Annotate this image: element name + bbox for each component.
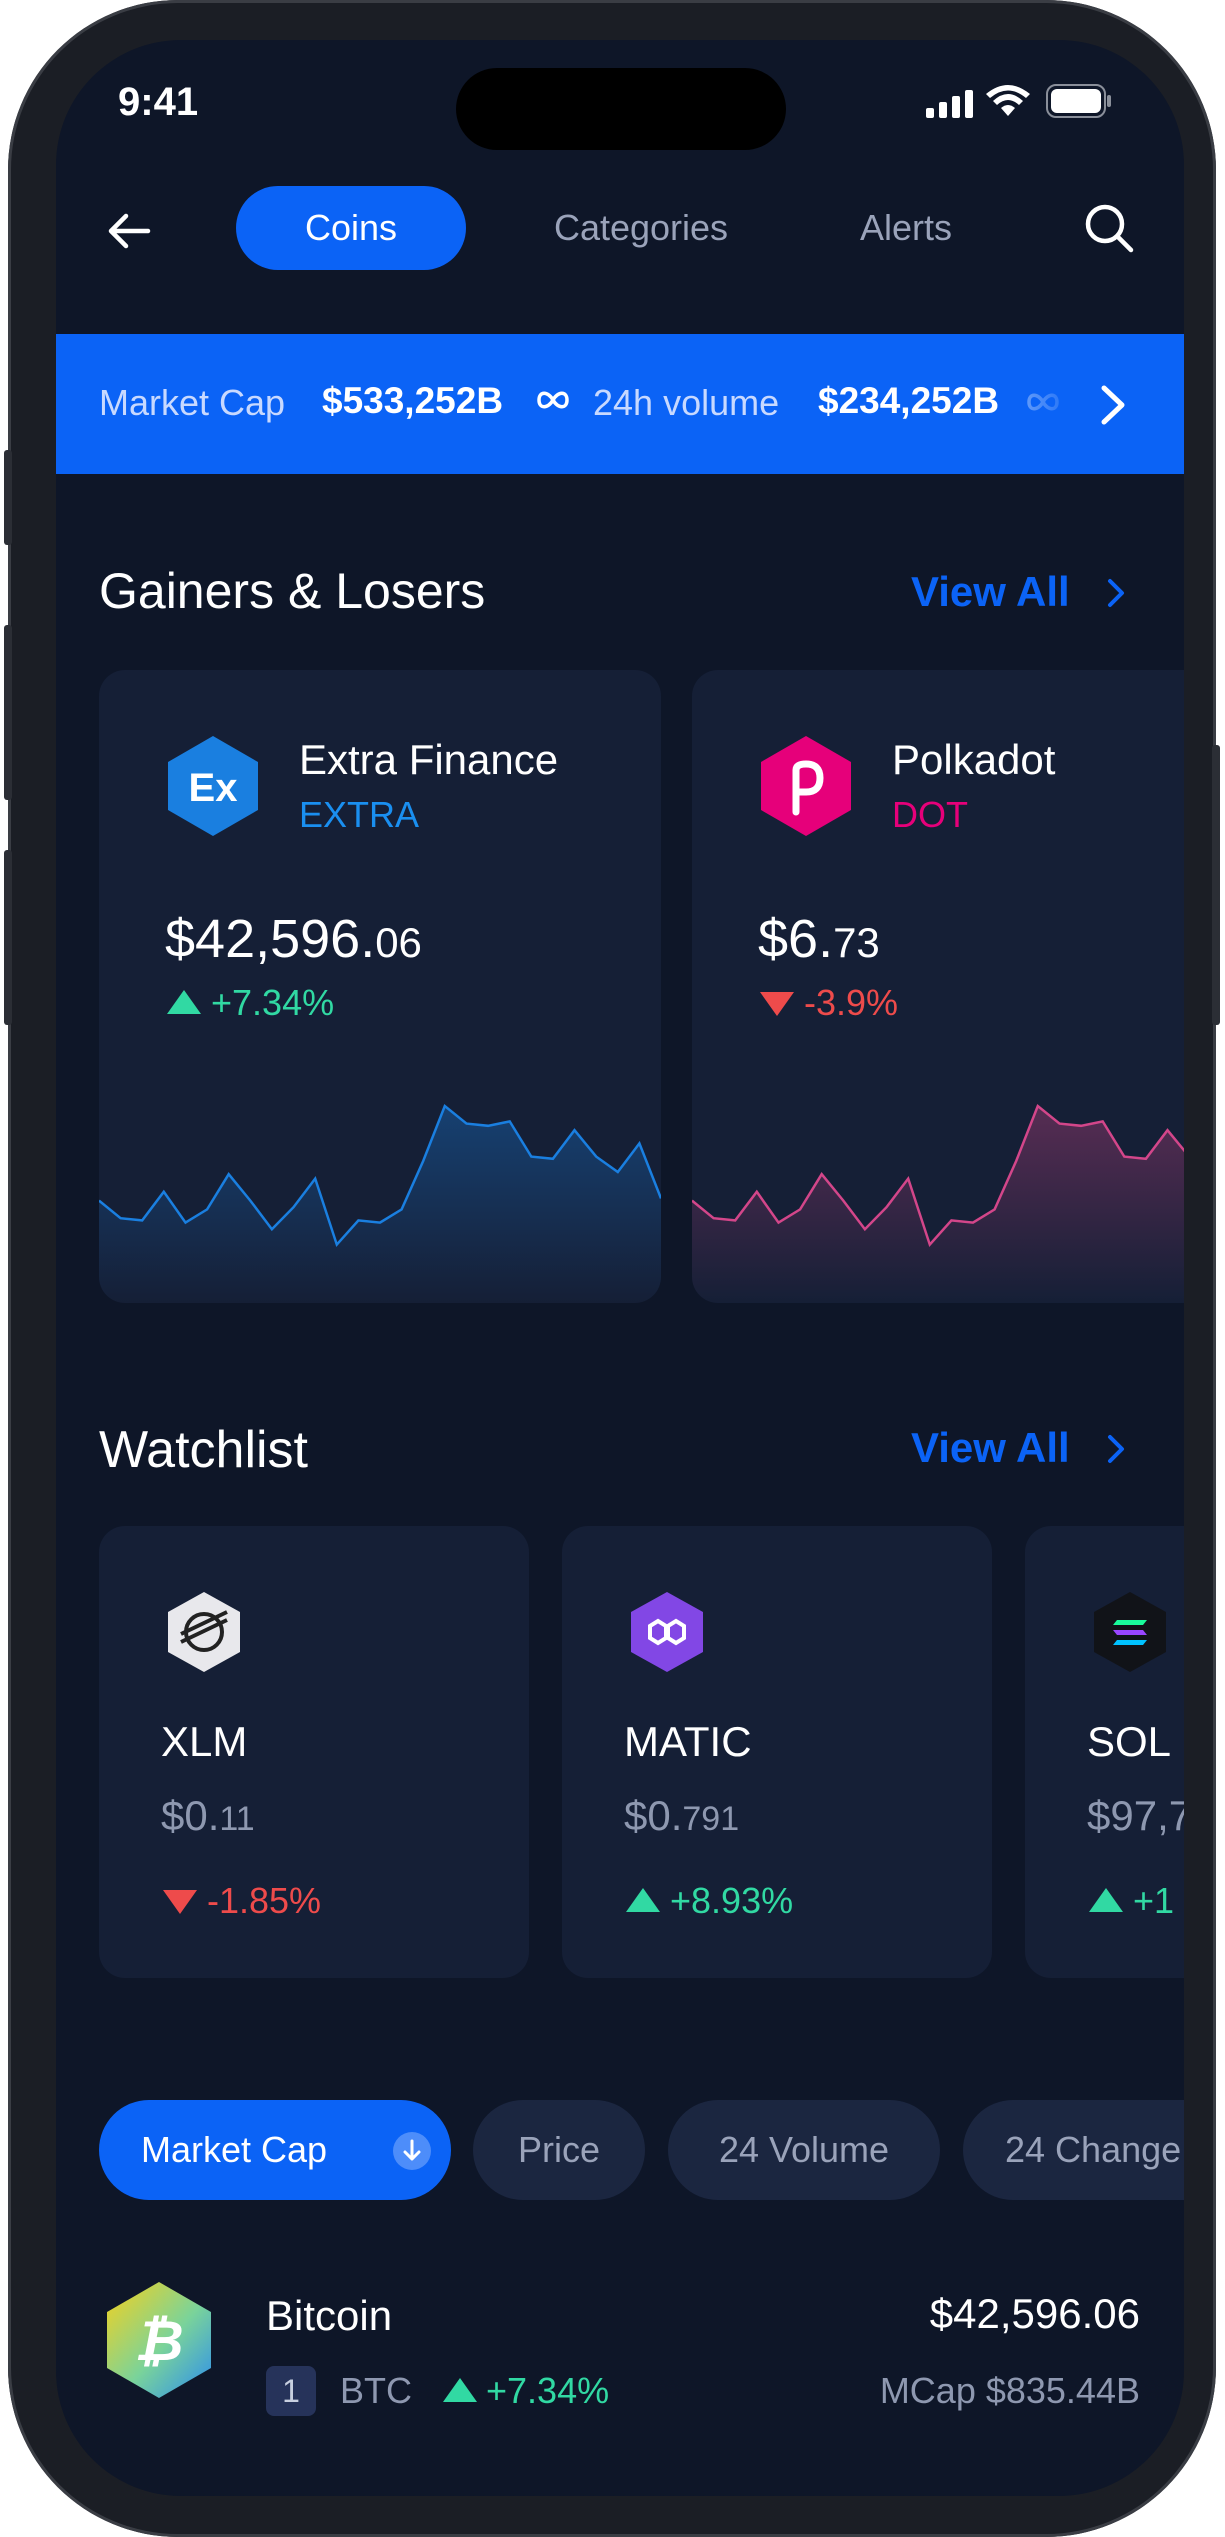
tab-alerts[interactable]: Alerts [806, 186, 1006, 270]
banner-fade [1001, 334, 1184, 474]
rank-badge: 1 [266, 2366, 316, 2416]
polygon-icon [628, 1590, 706, 1679]
sparkline-area [99, 1106, 661, 1303]
price-change: +7.34% [211, 982, 335, 1023]
solana-icon [1091, 1590, 1169, 1679]
coin-price: $0.11 [161, 1792, 255, 1839]
coin-price: $0.791 [624, 1792, 740, 1839]
coin-symbol: EXTRA [299, 794, 420, 835]
extra-finance-logo-icon: Ex [165, 734, 261, 843]
coin-symbol: XLM [161, 1718, 248, 1765]
watchlist-card[interactable]: SOL $97,7 +1 [1025, 1526, 1184, 1978]
status-time: 9:41 [118, 80, 199, 124]
gainer-card[interactable]: Polkadot DOT $6.73 -3.9% [692, 670, 1184, 1303]
svg-text:₿: ₿ [134, 2309, 183, 2372]
polkadot-logo-icon [758, 734, 854, 843]
sort-change-button[interactable]: 24 Change [963, 2100, 1184, 2200]
stellar-icon [165, 1590, 243, 1679]
dynamic-island [456, 68, 786, 150]
price-change: -3.9% [804, 982, 899, 1023]
market-cap: MCap $835.44B [879, 2370, 1140, 2411]
volume-up-button [4, 625, 12, 800]
chevron-right-icon[interactable] [1098, 384, 1128, 431]
volume-value: $234,252B [818, 380, 1000, 421]
coin-name: Bitcoin [266, 2292, 393, 2339]
price-change: +7.34% [486, 2370, 610, 2411]
chevron-right-icon[interactable] [1106, 1434, 1126, 1469]
coin-price: $6.73 [758, 909, 880, 969]
sort-volume-button[interactable]: 24 Volume [668, 2100, 940, 2200]
svg-text:Ex: Ex [189, 766, 238, 810]
search-icon[interactable] [1081, 200, 1137, 261]
triangle-up-icon [165, 988, 203, 1021]
watchlist-card[interactable]: MATIC $0.791 +8.93% [562, 1526, 992, 1978]
market-cap-label: Market Cap [99, 382, 286, 423]
coin-price: $42,596.06 [165, 909, 422, 969]
watchlist-card[interactable]: XLM $0.11 -1.85% [99, 1526, 529, 1978]
triangle-up-icon [624, 1886, 662, 1919]
back-arrow-icon[interactable] [106, 208, 152, 259]
coin-symbol: BTC [340, 2370, 412, 2411]
market-cap-value: $533,252B [322, 380, 504, 421]
price-change: +8.93% [670, 1880, 794, 1921]
coin-list-row[interactable]: ₿ Bitcoin 1 BTC +7.34% $42,596.06 MCap $… [56, 2280, 1184, 2450]
section-title-watchlist: Watchlist [99, 1421, 308, 1479]
wifi-icon [986, 84, 1030, 123]
sort-market-cap-button[interactable]: Market Cap [99, 2100, 451, 2200]
sort-market-cap-label: Market Cap [141, 2129, 328, 2170]
cellular-signal-icon [926, 88, 976, 123]
tab-coins[interactable]: Coins [236, 186, 466, 270]
triangle-down-icon [161, 1888, 199, 1921]
coin-symbol: DOT [892, 794, 968, 835]
price-change: -1.85% [207, 1880, 322, 1921]
gainers-view-all-link[interactable]: View All [911, 568, 1070, 616]
volume-down-button [4, 850, 12, 1025]
section-title-gainers: Gainers & Losers [99, 563, 486, 619]
volume-label: 24h volume [593, 382, 780, 423]
coin-price: $97,7 [1087, 1792, 1184, 1839]
triangle-up-icon [441, 2376, 479, 2409]
coin-name: Polkadot [892, 736, 1056, 783]
coin-symbol: MATIC [624, 1718, 752, 1765]
triangle-down-icon [758, 990, 796, 1023]
watchlist-view-all-link[interactable]: View All [911, 1424, 1070, 1472]
infinity-separator-icon [536, 388, 570, 417]
coin-symbol: SOL [1087, 1718, 1172, 1765]
chevron-right-icon[interactable] [1106, 578, 1126, 613]
app-screen: 9:41 Coins Categories Alerts Market Cap … [56, 40, 1184, 2496]
coin-name: Extra Finance [299, 736, 559, 783]
sparkline-chart [692, 1103, 1184, 1303]
sparkline-chart [99, 1103, 661, 1303]
coin-price: $42,596.06 [929, 2290, 1140, 2337]
bitcoin-logo-icon: ₿ [104, 2280, 214, 2405]
gainer-card[interactable]: Ex Extra Finance EXTRA $42,596.06 +7.34% [99, 670, 661, 1303]
mute-switch [4, 450, 12, 545]
arrow-down-icon [393, 2132, 431, 2179]
phone-frame: 9:41 Coins Categories Alerts Market Cap … [4, 0, 1220, 2537]
battery-icon [1046, 84, 1112, 123]
tab-categories[interactable]: Categories [496, 186, 786, 270]
price-change: +1 [1133, 1880, 1175, 1921]
power-button [1212, 745, 1220, 1025]
triangle-up-icon [1087, 1886, 1125, 1919]
sort-price-button[interactable]: Price [473, 2100, 645, 2200]
